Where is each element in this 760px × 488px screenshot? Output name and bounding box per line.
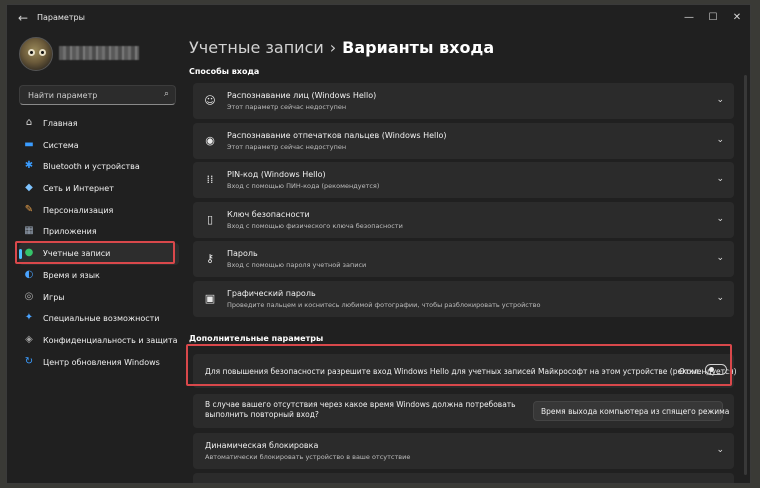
back-arrow-icon[interactable]: ← bbox=[15, 11, 31, 25]
chevron-down-icon[interactable]: ⌄ bbox=[716, 174, 724, 184]
bluetooth-icon: ✱ bbox=[24, 160, 34, 172]
chevron-down-icon[interactable]: ⌄ bbox=[716, 214, 724, 224]
sidebar-item[interactable]: ◐ Время и язык bbox=[19, 265, 179, 287]
option-title: Пароль bbox=[227, 249, 258, 258]
sidebar-item[interactable]: ✱ Bluetooth и устройства bbox=[19, 156, 179, 178]
sidebar-item[interactable]: ✎ Персонализация bbox=[19, 200, 179, 222]
sidebar-item-label: Конфиденциальность и защита bbox=[43, 335, 178, 345]
sidebar-item-label: Система bbox=[43, 140, 79, 150]
apps-icon: ▦ bbox=[24, 225, 34, 237]
sidebar-item[interactable]: ✦ Специальные возможности bbox=[19, 308, 179, 330]
option-title: Графический пароль bbox=[227, 289, 316, 298]
network-icon: ◆ bbox=[25, 182, 33, 194]
gaming-icon: ◎ bbox=[24, 290, 34, 302]
dropdown-value: Время выхода компьютера из спящего режим… bbox=[541, 407, 730, 416]
highlight-frame-accounts bbox=[15, 241, 175, 264]
minimize-button[interactable]: — bbox=[678, 9, 700, 27]
key-icon: ⚷ bbox=[205, 252, 215, 265]
next-setting-card[interactable] bbox=[193, 473, 734, 483]
sidebar-item-label: Специальные возможности bbox=[43, 314, 160, 324]
avatar[interactable] bbox=[19, 37, 53, 71]
chevron-down-icon: ⌄ bbox=[716, 445, 724, 455]
sign-in-option-card[interactable]: ⁞⁞ PIN-код (Windows Hello) Вход с помощью … bbox=[193, 162, 734, 198]
accessibility-icon: ✦ bbox=[24, 312, 34, 324]
sidebar-item-label: Bluetooth и устройства bbox=[43, 162, 140, 172]
time-language-icon: ◐ bbox=[24, 268, 34, 280]
sidebar-item-label: Приложения bbox=[43, 227, 97, 237]
sidebar-item-label: Главная bbox=[43, 119, 78, 128]
fingerprint-icon: ◉ bbox=[205, 134, 215, 147]
sidebar-item-label: Игры bbox=[43, 292, 65, 302]
option-subtitle: Вход с помощью физического ключа безопас… bbox=[227, 222, 403, 230]
chevron-down-icon[interactable]: ⌄ bbox=[716, 95, 724, 105]
face-icon: ☺ bbox=[204, 94, 216, 107]
maximize-button[interactable]: ☐ bbox=[702, 9, 724, 27]
option-subtitle: Вход с помощью пароля учетной записи bbox=[227, 261, 367, 269]
search-input[interactable]: Найти параметр bbox=[28, 91, 97, 100]
system-icon: ▬ bbox=[24, 138, 34, 150]
sign-in-option-card[interactable]: ▯ Ключ безопасности Вход с помощью физичес… bbox=[193, 202, 734, 238]
breadcrumb: Учетные записи › Варианты входа bbox=[189, 38, 494, 57]
pin-keypad-icon: ⁞⁞ bbox=[206, 173, 214, 186]
sidebar-item[interactable]: ⌂ Главная bbox=[19, 113, 179, 135]
chevron-down-icon[interactable]: ⌄ bbox=[716, 293, 724, 303]
option-subtitle: Этот параметр сейчас недоступен bbox=[227, 103, 347, 111]
security-key-icon: ▯ bbox=[206, 213, 214, 226]
scrollbar[interactable] bbox=[744, 75, 747, 475]
away-signin-setting: В случае вашего отсутствия через какое в… bbox=[193, 394, 734, 428]
sidebar-item[interactable]: ◎ Игры bbox=[19, 287, 179, 309]
breadcrumb-separator: › bbox=[329, 38, 337, 57]
brush-icon: ✎ bbox=[24, 203, 34, 215]
option-title: PIN-код (Windows Hello) bbox=[227, 170, 326, 179]
option-subtitle: Вход с помощью ПИН-кода (рекомендуется) bbox=[227, 182, 380, 190]
sign-in-option-card[interactable]: ▣ Графический пароль Проведите пальцем и к… bbox=[193, 281, 734, 317]
sidebar-item[interactable]: ▬ Система bbox=[19, 135, 179, 157]
sidebar-item[interactable]: ▦ Приложения bbox=[19, 221, 179, 243]
user-profile[interactable] bbox=[19, 37, 169, 77]
sidebar-item[interactable]: ◆ Сеть и Интернет bbox=[19, 178, 179, 200]
away-signin-dropdown[interactable]: Время выхода компьютера из спящего режим… bbox=[533, 401, 729, 421]
dynamic-lock-card[interactable]: Динамическая блокировка Автоматически бл… bbox=[193, 433, 734, 469]
option-title: Распознавание лиц (Windows Hello) bbox=[227, 91, 377, 100]
section-title-sign-in: Способы входа bbox=[189, 67, 260, 76]
shield-icon: ◈ bbox=[25, 333, 33, 345]
blurred-user-name bbox=[59, 46, 139, 60]
option-subtitle: Этот параметр сейчас недоступен bbox=[227, 143, 347, 151]
breadcrumb-parent[interactable]: Учетные записи bbox=[189, 38, 324, 57]
sidebar-item[interactable]: ↻ Центр обновления Windows bbox=[19, 352, 179, 374]
sign-in-option-card[interactable]: ⚷ Пароль Вход с помощью пароля учетной зап… bbox=[193, 241, 734, 277]
option-subtitle: Проведите пальцем и коснитесь любимой фо… bbox=[227, 301, 541, 309]
sidebar-item-label: Персонализация bbox=[43, 205, 114, 215]
option-title: Ключ безопасности bbox=[227, 210, 310, 219]
chevron-down-icon[interactable]: ⌄ bbox=[716, 135, 724, 145]
away-signin-label: В случае вашего отсутствия через какое в… bbox=[205, 400, 516, 419]
sidebar-item-label: Центр обновления Windows bbox=[43, 357, 160, 367]
home-icon: ⌂ bbox=[25, 117, 33, 128]
dynamic-lock-subtitle: Автоматически блокировать устройство в в… bbox=[205, 453, 411, 461]
option-title: Распознавание отпечатков пальцев (Window… bbox=[227, 131, 447, 140]
sidebar-item-label: Время и язык bbox=[43, 270, 100, 280]
section-title-additional: Дополнительные параметры bbox=[189, 334, 324, 343]
sign-in-option-card[interactable]: ◉ Распознавание отпечатков пальцев (Windo… bbox=[193, 123, 734, 159]
sidebar-item-label: Сеть и Интернет bbox=[43, 184, 114, 194]
update-icon: ↻ bbox=[24, 355, 34, 367]
sign-in-option-card[interactable]: ☺ Распознавание лиц (Windows Hello) Этот п… bbox=[193, 83, 734, 119]
dynamic-lock-title: Динамическая блокировка bbox=[205, 441, 319, 450]
page-title: Варианты входа bbox=[342, 38, 495, 57]
search-icon[interactable]: ⌕ bbox=[164, 89, 169, 99]
chevron-down-icon[interactable]: ⌄ bbox=[716, 253, 724, 263]
sidebar-item[interactable]: ◈ Конфиденциальность и защита bbox=[19, 330, 179, 352]
highlight-frame-hello bbox=[186, 344, 732, 386]
search-box[interactable]: Найти параметр ⌕ bbox=[19, 85, 176, 105]
picture-icon: ▣ bbox=[204, 292, 216, 305]
close-button[interactable]: ✕ bbox=[726, 9, 748, 27]
chevron-down-icon: ⌄ bbox=[708, 407, 714, 415]
app-title: Параметры bbox=[37, 13, 85, 22]
title-bar: ← Параметры — ☐ ✕ bbox=[7, 5, 750, 31]
